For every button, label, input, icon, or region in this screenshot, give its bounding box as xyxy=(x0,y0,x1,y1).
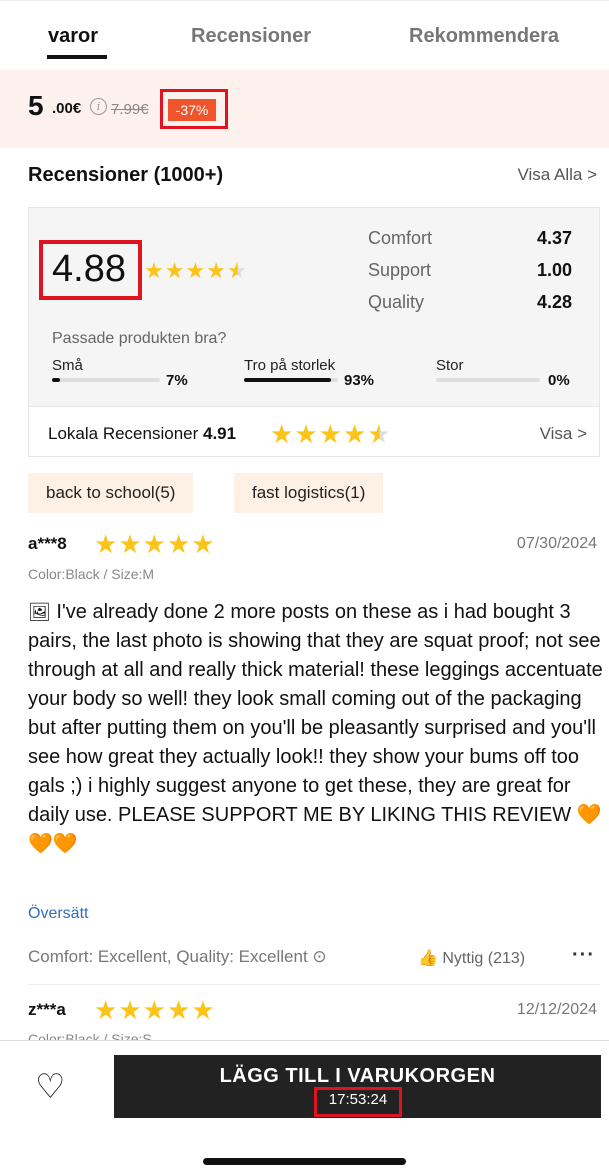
local-reviews-stars: ★ ★ ★ ★ ★ xyxy=(270,419,392,450)
star-icon: ★ xyxy=(142,529,167,559)
review-stars: ★ ★ ★ ★ ★ xyxy=(94,995,216,1026)
fit-label-small: Små xyxy=(52,357,83,374)
fit-percent-small: 7% xyxy=(166,372,188,389)
tab-recensioner[interactable]: Recensioner xyxy=(191,25,311,48)
review-tag[interactable]: back to school(5) xyxy=(28,473,194,513)
helpful-count: (213) xyxy=(487,950,526,967)
divider xyxy=(28,984,600,985)
star-icon: ★ xyxy=(185,258,207,283)
price-integer: 5 xyxy=(28,90,44,121)
thumbs-up-icon: 👍 xyxy=(418,950,438,967)
star-icon: ★ xyxy=(191,995,216,1025)
star-icon: ★ xyxy=(164,258,186,283)
tab-varor[interactable]: varor xyxy=(48,25,98,48)
highlight-box-rating xyxy=(39,240,142,300)
review-date: 07/30/2024 xyxy=(516,535,597,552)
overall-rating-stars: ★ ★ ★ ★ ★ xyxy=(144,258,248,284)
local-reviews-label: Lokala Recensioner 4.91 xyxy=(48,424,236,444)
fit-bar-small xyxy=(52,378,160,382)
dimension-value-comfort: 4.37 xyxy=(536,228,572,248)
info-icon[interactable]: i xyxy=(90,98,107,115)
review-date: 12/12/2024 xyxy=(516,1001,597,1018)
star-icon: ★ xyxy=(144,258,165,283)
fit-bar-large xyxy=(436,378,540,382)
add-to-cart-label: LÄGG TILL I VARUKORGEN xyxy=(219,1065,496,1087)
half-star-icon: ★ xyxy=(226,258,248,283)
dimension-label-support: Support xyxy=(368,260,432,280)
see-all-reviews-link[interactable]: Visa Alla > xyxy=(517,165,597,185)
review-attributes[interactable]: Comfort: Excellent, Quality: Excellent ⊙ xyxy=(28,947,327,967)
rating-summary-panel xyxy=(28,207,600,407)
fit-bar-true-to-size xyxy=(244,378,338,382)
fit-percent-large: 0% xyxy=(548,372,570,389)
chevron-down-circle-icon: ⊙ xyxy=(312,947,327,966)
price-decimal: .00€ xyxy=(52,100,82,117)
half-star-icon: ★ xyxy=(367,419,392,449)
reviewer-name: z***a xyxy=(28,1000,66,1019)
dimension-value-support: 1.00 xyxy=(536,260,572,280)
star-icon: ★ xyxy=(342,419,368,449)
wishlist-heart-icon[interactable]: ♡ xyxy=(35,1070,65,1104)
review-text: I've already done 2 more posts on these … xyxy=(28,601,603,826)
star-icon: ★ xyxy=(118,995,143,1025)
fit-question: Passade produkten bra? xyxy=(52,330,227,347)
fit-fill-true-to-size xyxy=(244,378,332,382)
fit-fill-small xyxy=(52,378,60,382)
star-icon: ★ xyxy=(191,529,216,559)
review-stars: ★ ★ ★ ★ ★ xyxy=(94,529,216,560)
helpful-label: Nyttig xyxy=(442,950,484,967)
review-attributes-text: Comfort: Excellent, Quality: Excellent xyxy=(28,947,308,966)
dimension-value-quality: 4.28 xyxy=(536,292,572,312)
fit-label-large: Stor xyxy=(436,357,464,374)
reviewer-name: a***8 xyxy=(28,534,67,553)
star-icon: ★ xyxy=(142,995,167,1025)
star-icon: ★ xyxy=(166,529,192,559)
dimension-label-quality: Quality xyxy=(368,292,425,312)
original-price: 7.99€ xyxy=(111,101,149,118)
star-icon: ★ xyxy=(206,258,227,283)
star-icon: ★ xyxy=(294,419,319,449)
more-options-icon[interactable]: ··· xyxy=(572,944,595,967)
local-reviews-score: 4.91 xyxy=(203,424,237,443)
helpful-button[interactable]: 👍 Nyttig (213) xyxy=(418,948,525,968)
star-icon: ★ xyxy=(94,529,119,559)
dimension-label-comfort: Comfort xyxy=(368,228,433,248)
image-icon: 🖼 xyxy=(28,602,51,622)
highlight-box-discount xyxy=(160,89,228,129)
home-indicator xyxy=(203,1158,406,1165)
translate-link[interactable]: Översätt xyxy=(28,905,88,923)
active-tab-underline xyxy=(47,55,107,59)
local-reviews-text: Lokala Recensioner xyxy=(48,424,199,443)
review-tag[interactable]: fast logistics(1) xyxy=(234,473,384,513)
highlight-box-timer xyxy=(314,1087,402,1117)
review-variant: Color:Black / Size:M xyxy=(28,566,155,582)
star-icon: ★ xyxy=(166,995,192,1025)
fit-percent-true-to-size: 93% xyxy=(344,372,375,389)
star-icon: ★ xyxy=(318,419,343,449)
tab-rekommendera[interactable]: Rekommendera xyxy=(409,25,559,48)
local-reviews-view-link[interactable]: Visa > xyxy=(540,424,587,444)
review-body: 🖼 I've already done 2 more posts on thes… xyxy=(28,598,608,859)
fit-label-true-to-size: Tro på storlek xyxy=(244,357,336,374)
star-icon: ★ xyxy=(270,419,295,449)
top-tabs: varor Recensioner Rekommendera xyxy=(0,0,609,70)
star-icon: ★ xyxy=(118,529,143,559)
star-icon: ★ xyxy=(94,995,119,1025)
reviews-title: Recensioner (1000+) xyxy=(28,164,224,186)
